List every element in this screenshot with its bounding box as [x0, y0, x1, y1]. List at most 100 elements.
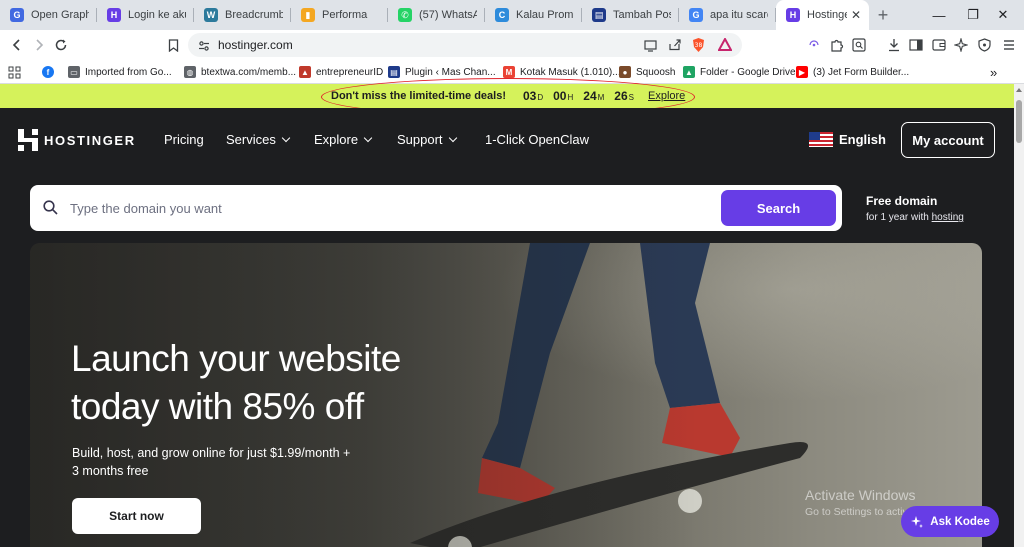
- bookmark-item[interactable]: ▤ Plugin ‹ Mas Chan...: [388, 64, 496, 80]
- tab-label: Hostinger: [807, 9, 847, 21]
- hostinger-logo-icon: [18, 129, 38, 151]
- blog-icon: ▤: [592, 8, 606, 22]
- bookmark-item[interactable]: ▲ entrepreneurID: [299, 64, 383, 80]
- entrepreneur-icon: ▲: [299, 66, 311, 78]
- nav-services[interactable]: Services: [226, 132, 291, 147]
- leo-ai-icon[interactable]: [953, 37, 969, 53]
- extensions-icon[interactable]: [829, 37, 845, 53]
- browser-tab[interactable]: C Kalau Promosi: [485, 0, 582, 30]
- bookmark-label: Folder - Google Drive: [700, 66, 796, 78]
- bookmark-label: Plugin ‹ Mas Chan...: [405, 66, 496, 78]
- scroll-up-arrow-icon[interactable]: [1016, 88, 1022, 92]
- blog-icon: ▤: [388, 66, 400, 78]
- explore-deals-link[interactable]: Explore: [648, 90, 685, 102]
- browser-toolbar: hostinger.com 38: [0, 30, 1024, 60]
- drive-icon: ▲: [683, 66, 695, 78]
- sidebar-icon[interactable]: [908, 37, 924, 53]
- free-domain-info: Free domain for 1 year with hosting: [866, 194, 964, 223]
- domain-search-input[interactable]: [70, 194, 690, 222]
- tab-label: Breadcrumb Ex: [225, 9, 283, 21]
- svg-text:38: 38: [695, 42, 703, 49]
- countdown-hours: 00: [553, 89, 567, 103]
- close-tab-icon[interactable]: ✕: [851, 8, 861, 22]
- language-selector[interactable]: English: [809, 132, 886, 147]
- browser-tab[interactable]: H Login ke akun: [97, 0, 194, 30]
- bookmarks-bar: f ▭ Imported from Go... ◍ btextwa.com/memb.…: [0, 60, 1024, 84]
- hero-subtitle: Build, host, and grow online for just $1…: [72, 446, 351, 478]
- wallet-icon[interactable]: [806, 37, 822, 53]
- browser-tab[interactable]: ✆ (57) WhatsApp: [388, 0, 485, 30]
- browser-tab[interactable]: H Hostinger ✕: [776, 0, 869, 30]
- share-icon[interactable]: [668, 38, 682, 56]
- free-domain-title: Free domain: [866, 194, 938, 208]
- browser-tab[interactable]: ▤ Tambah Pos ‹ M: [582, 0, 679, 30]
- hostinger-icon: H: [786, 8, 800, 22]
- countdown-timer: 03 D 00 H 24 M 26 S: [522, 89, 634, 103]
- bookmark-item[interactable]: ▶ (3) Jet Form Builder...: [796, 64, 909, 80]
- forward-icon[interactable]: [29, 35, 49, 55]
- bookmark-item[interactable]: ▲ Folder - Google Drive: [683, 64, 796, 80]
- address-bar[interactable]: hostinger.com 38: [188, 33, 742, 57]
- vpn-shield-icon[interactable]: [976, 37, 992, 53]
- reload-icon[interactable]: [51, 35, 71, 55]
- bookmark-item[interactable]: ◍ btextwa.com/memb...: [184, 64, 296, 80]
- countdown-days: 03: [522, 89, 537, 103]
- apps-icon[interactable]: [8, 64, 21, 80]
- ask-kodee-button[interactable]: Ask Kodee: [901, 506, 999, 537]
- us-flag-icon: [809, 132, 833, 147]
- crypto-wallet-icon[interactable]: [931, 37, 947, 53]
- whatsapp-icon: ✆: [398, 8, 412, 22]
- browser-tab[interactable]: ▮ Performa: [291, 0, 388, 30]
- nav-explore[interactable]: Explore: [314, 132, 373, 147]
- install-app-icon[interactable]: [644, 39, 658, 57]
- hostinger-icon: H: [107, 8, 121, 22]
- browser-tab[interactable]: Gapa itu scarcity: [679, 0, 776, 30]
- hosting-link[interactable]: hosting: [932, 212, 964, 223]
- nav-pricing[interactable]: Pricing: [164, 132, 204, 147]
- chevron-down-icon: [363, 133, 373, 143]
- nav-openclaw[interactable]: 1-Click OpenClaw: [485, 132, 589, 147]
- menu-icon[interactable]: [1001, 37, 1017, 53]
- bookmark-icon[interactable]: [163, 35, 183, 55]
- chevron-down-icon: [281, 133, 291, 143]
- site-info-icon[interactable]: [198, 39, 210, 57]
- new-tab-button[interactable]: +: [869, 0, 897, 30]
- hostinger-logo[interactable]: HOSTINGER: [18, 129, 136, 151]
- url-text: hostinger.com: [218, 38, 293, 52]
- search-icon: [43, 200, 58, 215]
- tab-label: (57) WhatsApp: [419, 9, 477, 21]
- page-scrollbar[interactable]: [1014, 84, 1024, 547]
- bookmark-label: entrepreneurID: [316, 66, 384, 78]
- gmail-icon: M: [503, 66, 515, 78]
- tab-label: Performa: [322, 9, 368, 21]
- bookmark-item[interactable]: ▭ Imported from Go...: [68, 64, 172, 80]
- bookmark-item[interactable]: M Kotak Masuk (1.010)...: [503, 64, 621, 80]
- bookmark-label: Kotak Masuk (1.010)...: [520, 66, 621, 78]
- tab-label: Open Graph Ch: [31, 9, 89, 21]
- nav-support[interactable]: Support: [397, 132, 457, 147]
- close-window-button[interactable]: ✕: [980, 0, 1024, 30]
- bookmark-item[interactable]: ● Squoosh: [619, 64, 675, 80]
- my-account-button[interactable]: My account: [901, 122, 995, 158]
- wordpress-icon: W: [204, 8, 218, 22]
- domain-search-box: Search: [30, 185, 842, 231]
- facebook-icon[interactable]: f: [42, 64, 59, 80]
- logo-text: HOSTINGER: [44, 132, 136, 148]
- downloads-icon[interactable]: [886, 37, 902, 53]
- globe-icon: ◍: [184, 66, 196, 78]
- countdown-minutes: 24: [583, 89, 597, 103]
- bookmark-label: Squoosh: [636, 66, 676, 78]
- bookmark-label: (3) Jet Form Builder...: [813, 66, 910, 78]
- back-icon[interactable]: [7, 35, 27, 55]
- scroll-thumb[interactable]: [1016, 100, 1022, 143]
- start-now-button[interactable]: Start now: [72, 498, 201, 534]
- folder-icon: ▭: [68, 66, 80, 78]
- search-button[interactable]: Search: [721, 190, 836, 226]
- browser-tab[interactable]: G Open Graph Ch: [0, 0, 97, 30]
- promo-banner: Don't miss the limited-time deals! 03 D 0…: [0, 84, 1014, 108]
- tab-search-icon[interactable]: [851, 37, 867, 53]
- more-bookmarks-button[interactable]: »: [990, 64, 997, 80]
- brave-rewards-icon[interactable]: [717, 36, 733, 56]
- brave-shield-icon[interactable]: 38: [691, 37, 706, 58]
- browser-tab[interactable]: W Breadcrumb Ex: [194, 0, 291, 30]
